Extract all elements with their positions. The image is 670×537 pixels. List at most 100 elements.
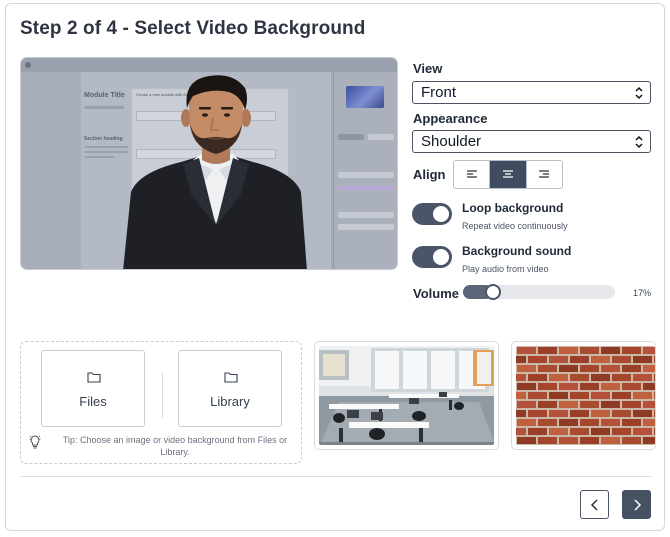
align-left-icon — [466, 169, 477, 178]
brick — [601, 401, 620, 408]
preview-side-thumbnail — [346, 86, 384, 108]
brick — [622, 419, 641, 426]
brick — [601, 437, 620, 444]
brick — [580, 383, 599, 390]
brick — [528, 410, 547, 417]
align-right-button[interactable] — [526, 161, 562, 188]
brick — [559, 365, 578, 372]
brick — [580, 437, 599, 444]
preview-app-toolbar — [21, 58, 397, 72]
brick — [570, 428, 589, 435]
brick — [559, 419, 578, 426]
preview-text-line — [84, 156, 114, 158]
library-button[interactable]: Library — [178, 350, 282, 427]
align-right-icon — [539, 169, 550, 178]
brick — [654, 392, 655, 399]
brick — [612, 410, 631, 417]
brick — [591, 356, 610, 363]
brick — [516, 392, 526, 399]
office-background-image — [319, 346, 494, 445]
brick — [612, 392, 631, 399]
brick — [528, 374, 547, 381]
preview-doc-title: Module Title — [84, 92, 125, 99]
chevron-updown-icon — [635, 135, 643, 149]
brick — [580, 419, 599, 426]
background-sound-subtitle: Play audio from video — [462, 264, 549, 274]
brick — [516, 374, 526, 381]
brick — [580, 347, 599, 354]
brick — [559, 383, 578, 390]
brick — [612, 356, 631, 363]
toggle-knob — [433, 206, 449, 222]
library-button-label: Library — [210, 394, 250, 409]
brick — [633, 392, 652, 399]
brick — [559, 401, 578, 408]
align-button-group — [453, 160, 563, 189]
brick — [633, 356, 652, 363]
presenter-avatar — [123, 75, 307, 269]
chevron-right-icon — [633, 498, 641, 511]
align-left-button[interactable] — [454, 161, 491, 188]
brick — [633, 374, 652, 381]
brick — [591, 410, 610, 417]
brick — [549, 374, 568, 381]
brick — [517, 437, 536, 444]
align-center-button[interactable] — [490, 161, 527, 188]
volume-slider[interactable] — [463, 284, 615, 300]
brick — [612, 428, 631, 435]
brick — [643, 365, 655, 372]
preview-side-button — [368, 134, 394, 140]
lightbulb-icon — [29, 435, 41, 449]
brick — [538, 365, 557, 372]
preview-text-line — [84, 106, 124, 109]
brick — [517, 347, 536, 354]
brick — [528, 392, 547, 399]
brick — [580, 401, 599, 408]
preview-side-button — [338, 134, 364, 140]
files-button[interactable]: Files — [41, 350, 145, 427]
brick — [528, 428, 547, 435]
brick — [559, 347, 578, 354]
preview-side-bar — [338, 186, 394, 190]
video-preview: Module Title Section heading Create a ne… — [20, 57, 398, 270]
appearance-select-value: Shoulder — [421, 133, 482, 150]
brick — [549, 410, 568, 417]
brick — [643, 437, 655, 444]
brick — [516, 356, 526, 363]
brick — [538, 437, 557, 444]
brick — [516, 428, 526, 435]
brick-background-image — [516, 346, 655, 445]
view-select[interactable]: Front — [412, 81, 651, 104]
brick — [591, 392, 610, 399]
brick — [601, 347, 620, 354]
previous-step-button[interactable] — [580, 490, 609, 519]
brick — [516, 410, 526, 417]
brick — [580, 365, 599, 372]
background-option-office[interactable] — [314, 341, 499, 450]
next-step-button[interactable] — [622, 490, 651, 519]
brick — [591, 374, 610, 381]
background-sound-toggle[interactable] — [412, 246, 452, 268]
brick — [538, 383, 557, 390]
brick — [643, 383, 655, 390]
brick — [517, 419, 536, 426]
appearance-select[interactable]: Shoulder — [412, 130, 651, 153]
brick — [633, 428, 652, 435]
brick — [612, 374, 631, 381]
folder-icon — [224, 372, 238, 383]
volume-value: 17% — [633, 288, 652, 298]
brick — [549, 428, 568, 435]
preview-side-panel — [333, 72, 397, 269]
brick — [517, 365, 536, 372]
loop-background-toggle[interactable] — [412, 203, 452, 225]
brick — [538, 419, 557, 426]
brick — [633, 410, 652, 417]
align-center-icon — [502, 169, 513, 178]
preview-side-button — [338, 212, 394, 218]
folder-icon — [87, 372, 101, 383]
background-option-brick[interactable] — [511, 341, 656, 450]
volume-slider-handle[interactable] — [485, 284, 501, 300]
brick — [528, 356, 547, 363]
brick — [601, 419, 620, 426]
brick — [622, 401, 641, 408]
